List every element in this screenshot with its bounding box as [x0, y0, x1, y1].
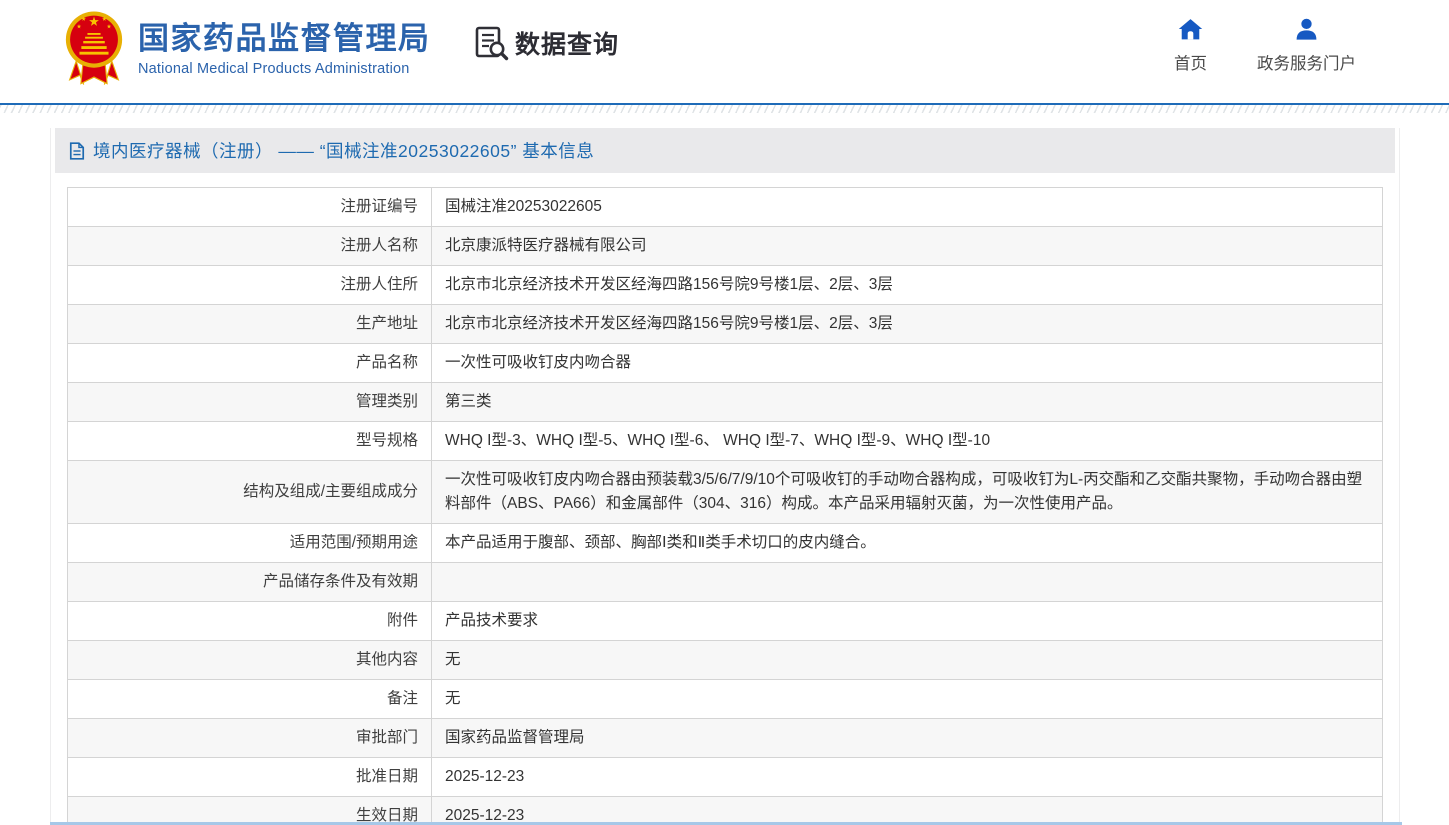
page: 国家药品监督管理局 National Medical Products Admi…: [0, 0, 1449, 825]
table-row: 注册人住所 北京市北京经济技术开发区经海四路156号院9号楼1层、2层、3层: [68, 266, 1383, 305]
table-row: 适用范围/预期用途 本产品适用于腹部、颈部、胸部Ⅰ类和Ⅱ类手术切口的皮内缝合。: [68, 524, 1383, 563]
document-icon: [69, 142, 85, 160]
row-value: 无: [432, 680, 1383, 719]
table-row: 产品储存条件及有效期: [68, 563, 1383, 602]
row-label: 批准日期: [68, 758, 432, 797]
table-row: 生效日期 2025-12-23: [68, 797, 1383, 825]
data-query-label: 数据查询: [515, 25, 619, 61]
row-value: 北京市北京经济技术开发区经海四路156号院9号楼1层、2层、3层: [432, 266, 1383, 305]
row-value: WHQ I型-3、WHQ I型-5、WHQ I型-6、 WHQ I型-7、WHQ…: [432, 422, 1383, 461]
table-row: 产品名称 一次性可吸收钉皮内吻合器: [68, 344, 1383, 383]
row-value: 一次性可吸收钉皮内吻合器: [432, 344, 1383, 383]
row-label: 附件: [68, 602, 432, 641]
table-row: 其他内容 无: [68, 641, 1383, 680]
row-label: 型号规格: [68, 422, 432, 461]
site-header: 国家药品监督管理局 National Medical Products Admi…: [0, 0, 1449, 103]
row-label: 注册人住所: [68, 266, 432, 305]
row-value: 北京康派特医疗器械有限公司: [432, 227, 1383, 266]
table-row: 管理类别 第三类: [68, 383, 1383, 422]
table-row: 结构及组成/主要组成成分 一次性可吸收钉皮内吻合器由预装载3/5/6/7/9/1…: [68, 461, 1383, 524]
row-label: 适用范围/预期用途: [68, 524, 432, 563]
row-value: 产品技术要求: [432, 602, 1383, 641]
row-label: 注册证编号: [68, 188, 432, 227]
national-emblem-icon: [64, 8, 124, 88]
page-title-bar: 境内医疗器械（注册） —— “国械注准20253022605” 基本信息: [55, 128, 1395, 173]
nav-home-label: 首页: [1174, 50, 1207, 74]
row-value: 一次性可吸收钉皮内吻合器由预装载3/5/6/7/9/10个可吸收钉的手动吻合器构…: [432, 461, 1383, 524]
table-row: 生产地址 北京市北京经济技术开发区经海四路156号院9号楼1层、2层、3层: [68, 305, 1383, 344]
row-label: 管理类别: [68, 383, 432, 422]
table-row: 注册人名称 北京康派特医疗器械有限公司: [68, 227, 1383, 266]
row-value: 国家药品监督管理局: [432, 719, 1383, 758]
nav-item-home[interactable]: 首页: [1174, 16, 1207, 74]
site-subtitle: National Medical Products Administration: [138, 61, 431, 77]
row-value: [432, 563, 1383, 602]
main-container: 境内医疗器械（注册） —— “国械注准20253022605” 基本信息 注册证…: [50, 128, 1400, 825]
row-label: 审批部门: [68, 719, 432, 758]
row-value: 2025-12-23: [432, 797, 1383, 825]
row-label: 产品名称: [68, 344, 432, 383]
user-icon: [1293, 16, 1320, 43]
row-label: 其他内容: [68, 641, 432, 680]
site-title: 国家药品监督管理局: [138, 20, 431, 58]
logo-text: 国家药品监督管理局 National Medical Products Admi…: [138, 20, 431, 77]
home-icon: [1177, 16, 1204, 43]
table-row: 型号规格 WHQ I型-3、WHQ I型-5、WHQ I型-6、 WHQ I型-…: [68, 422, 1383, 461]
row-value: 北京市北京经济技术开发区经海四路156号院9号楼1层、2层、3层: [432, 305, 1383, 344]
row-label: 生产地址: [68, 305, 432, 344]
row-value: 国械注准20253022605: [432, 188, 1383, 227]
table-row: 批准日期 2025-12-23: [68, 758, 1383, 797]
row-label: 生效日期: [68, 797, 432, 825]
nav-item-portal[interactable]: 政务服务门户: [1257, 16, 1356, 74]
row-value: 无: [432, 641, 1383, 680]
top-nav: 首页 政务服务门户: [1174, 16, 1356, 74]
row-label: 备注: [68, 680, 432, 719]
row-label: 注册人名称: [68, 227, 432, 266]
registration-info-table: 注册证编号 国械注准20253022605 注册人名称 北京康派特医疗器械有限公…: [67, 187, 1383, 825]
row-label: 结构及组成/主要组成成分: [68, 461, 432, 524]
row-value: 2025-12-23: [432, 758, 1383, 797]
data-query-section[interactable]: 数据查询: [472, 24, 619, 62]
header-separator-hatch: [0, 105, 1449, 113]
document-search-icon: [472, 24, 510, 62]
site-logo[interactable]: 国家药品监督管理局 National Medical Products Admi…: [64, 8, 431, 88]
table-row: 注册证编号 国械注准20253022605: [68, 188, 1383, 227]
row-label: 产品储存条件及有效期: [68, 563, 432, 602]
nav-portal-label: 政务服务门户: [1257, 50, 1356, 74]
content-area: 注册证编号 国械注准20253022605 注册人名称 北京康派特医疗器械有限公…: [55, 173, 1395, 825]
table-row: 附件 产品技术要求: [68, 602, 1383, 641]
table-row: 备注 无: [68, 680, 1383, 719]
table-row: 审批部门 国家药品监督管理局: [68, 719, 1383, 758]
row-value: 第三类: [432, 383, 1383, 422]
row-value: 本产品适用于腹部、颈部、胸部Ⅰ类和Ⅱ类手术切口的皮内缝合。: [432, 524, 1383, 563]
page-title: 境内医疗器械（注册） —— “国械注准20253022605” 基本信息: [93, 138, 594, 163]
